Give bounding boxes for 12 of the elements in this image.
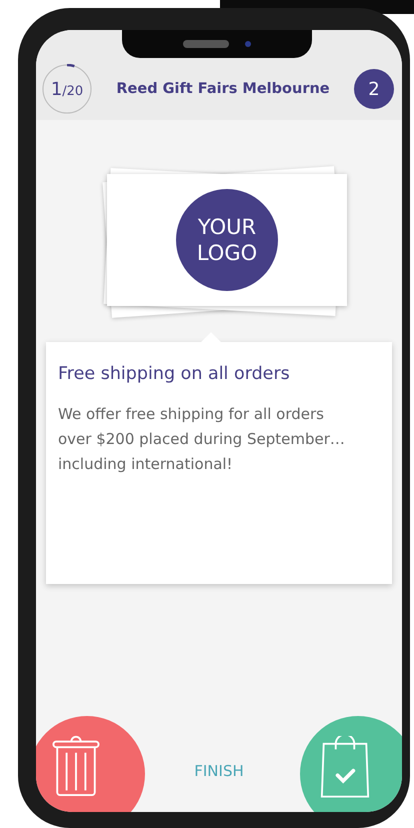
progress-total: /20 xyxy=(62,84,84,98)
offer-text: We offer free shipping for all orders over $200 placed during September… including international! xyxy=(58,404,346,475)
logo-text: LOGO xyxy=(196,240,258,266)
trash-icon xyxy=(51,734,101,796)
shopping-bag-icon xyxy=(320,736,370,798)
offer-title: Free shipping on all orders xyxy=(58,364,291,384)
progress-current: 1 xyxy=(50,78,62,100)
count-badge: 2 xyxy=(354,69,394,109)
logo-text: YOUR xyxy=(198,214,256,240)
finish-button[interactable]: FINISH xyxy=(194,762,244,780)
event-title: Reed Gift Fairs Melbourne xyxy=(115,81,331,97)
progress-ring xyxy=(42,64,92,114)
